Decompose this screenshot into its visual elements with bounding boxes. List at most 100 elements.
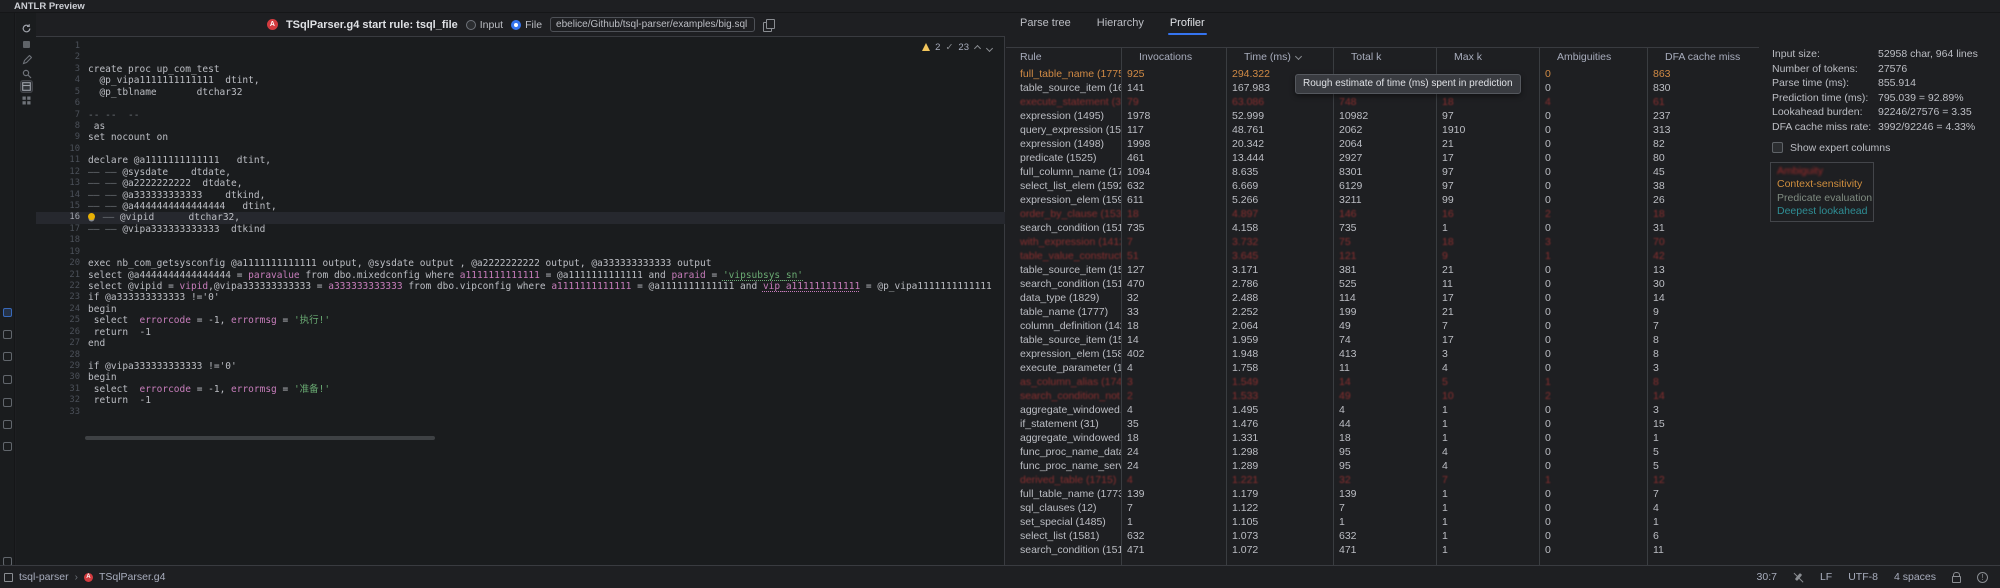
table-cell: 117 xyxy=(1121,123,1226,137)
breadcrumb-project[interactable]: tsql-parser xyxy=(19,571,69,583)
code-line[interactable]: 8 as xyxy=(36,121,1005,132)
column-header-max-k[interactable]: Max k xyxy=(1436,48,1539,67)
radio-off-icon[interactable] xyxy=(466,20,476,30)
code-line[interactable]: 15—— —— @a4444444444444444 dtint, xyxy=(36,201,1005,212)
project-window-icon[interactable] xyxy=(4,573,13,582)
code-line[interactable]: 1 xyxy=(36,41,1005,52)
code-line[interactable]: 32 return -1 xyxy=(36,395,1005,406)
checkbox-icon[interactable] xyxy=(1772,142,1783,153)
indent-setting[interactable]: 4 spaces xyxy=(1894,571,1936,583)
code-line[interactable]: 12—— —— @sysdate dtdate, xyxy=(36,167,1005,178)
grid-icon[interactable] xyxy=(20,94,33,107)
table-cell: 4 xyxy=(1436,445,1539,459)
table-cell: 1.959 xyxy=(1226,333,1333,347)
table-cell: 0 xyxy=(1539,165,1647,179)
caret-position[interactable]: 30:7 xyxy=(1757,571,1777,583)
horizontal-scrollbar[interactable] xyxy=(85,436,435,440)
readonly-pen-icon[interactable] xyxy=(1793,572,1804,583)
tab-parse-tree[interactable]: Parse tree xyxy=(1020,13,1071,35)
table-cell: column_definition (1421) xyxy=(1006,319,1121,333)
code-line[interactable]: 16 —— @vipid dtchar32, xyxy=(36,212,1005,223)
unlock-icon[interactable] xyxy=(1952,576,1961,583)
inspections-widget[interactable]: 2 ✓ 23 xyxy=(922,41,993,53)
line-number: 30 xyxy=(36,372,80,383)
tool-stripe-icon[interactable] xyxy=(3,330,12,339)
edit-icon[interactable] xyxy=(20,53,33,66)
code-line[interactable]: 29if @vipa333333333333 !='0' xyxy=(36,361,1005,372)
input-radio[interactable]: Input xyxy=(466,19,503,31)
prev-issue-icon[interactable] xyxy=(974,44,981,51)
radio-on-icon[interactable] xyxy=(511,20,521,30)
code-line[interactable]: 23if @a333333333333 !='0' xyxy=(36,292,1005,303)
table-cell: full_column_name (17... xyxy=(1006,165,1121,179)
code-line[interactable]: 7-- -- -- xyxy=(36,110,1005,121)
table-cell: 3 xyxy=(1436,347,1539,361)
next-issue-icon[interactable] xyxy=(986,44,993,51)
tab-profiler[interactable]: Profiler xyxy=(1170,13,1205,35)
notifications-icon[interactable]: ! xyxy=(1977,572,1988,583)
code-line[interactable]: 10 xyxy=(36,144,1005,155)
code-line[interactable]: 20exec nb_com_getsysconfig @a11111111111… xyxy=(36,258,1005,269)
table-cell: 0 xyxy=(1539,67,1647,81)
code-line[interactable]: 25 select errorcode = -1, errormsg = '执行… xyxy=(36,315,1005,326)
table-cell: search_condition (1516) xyxy=(1006,543,1121,557)
code-line[interactable]: 13—— —— @a2222222222 dtdate, xyxy=(36,178,1005,189)
code-line[interactable]: 3create proc up_com_test xyxy=(36,64,1005,75)
column-header-dfa-cache-miss[interactable]: DFA cache miss xyxy=(1647,48,1759,67)
table-cell: 42 xyxy=(1647,249,1759,263)
code-line[interactable]: 26 return -1 xyxy=(36,327,1005,338)
show-expert-columns-checkbox[interactable]: Show expert columns xyxy=(1768,140,2000,156)
copy-icon[interactable] xyxy=(763,19,774,30)
table-cell: 461 xyxy=(1121,151,1226,165)
code-editor[interactable]: 123create proc up_com_test4 @p_vipa11111… xyxy=(36,37,1005,565)
line-number: 8 xyxy=(36,121,80,132)
table-cell: 2.786 xyxy=(1226,277,1333,291)
breadcrumb-file[interactable]: TSqlParser.g4 xyxy=(99,571,166,583)
code-line[interactable]: 17—— —— @vipa333333333333 dtkind xyxy=(36,224,1005,235)
table-cell: 0 xyxy=(1539,221,1647,235)
column-header-rule[interactable]: Rule xyxy=(1006,48,1121,67)
code-line[interactable]: 6 xyxy=(36,98,1005,109)
tab-hierarchy[interactable]: Hierarchy xyxy=(1097,13,1144,35)
stat-label: DFA cache miss rate: xyxy=(1772,120,1871,135)
code-line[interactable]: 31 select errorcode = -1, errormsg = '准备… xyxy=(36,384,1005,395)
code-text: —— —— @a2222222222 dtdate, xyxy=(88,178,242,189)
code-line[interactable]: 5 @p_tblname dtchar32 xyxy=(36,87,1005,98)
code-line[interactable]: 33 xyxy=(36,407,1005,418)
code-line[interactable]: 14—— —— @a333333333333 dtkind, xyxy=(36,190,1005,201)
code-line[interactable]: 4 @p_vipa1111111111111 dtint, xyxy=(36,75,1005,86)
code-line[interactable]: 2 xyxy=(36,52,1005,63)
tool-stripe-antlr-preview-icon[interactable] xyxy=(3,308,12,317)
code-line[interactable]: 24begin xyxy=(36,304,1005,315)
code-line[interactable]: 28 xyxy=(36,350,1005,361)
refresh-icon[interactable] xyxy=(20,22,33,35)
file-radio[interactable]: File xyxy=(511,19,542,31)
code-line[interactable]: 19 xyxy=(36,247,1005,258)
search-icon[interactable] xyxy=(20,67,33,80)
code-line[interactable]: 21select @a4444444444444444 = paravalue … xyxy=(36,270,1005,281)
code-line[interactable]: 9set nocount on xyxy=(36,132,1005,143)
code-line[interactable]: 30begin xyxy=(36,372,1005,383)
code-line[interactable]: 27end xyxy=(36,338,1005,349)
table-cell: full_table_name (1773) xyxy=(1006,487,1121,501)
encoding[interactable]: UTF-8 xyxy=(1848,571,1878,583)
column-header-time-ms-[interactable]: Time (ms) xyxy=(1226,48,1333,67)
tool-stripe-icon[interactable] xyxy=(3,375,12,384)
stop-icon[interactable] xyxy=(20,38,33,51)
tool-stripe-icon[interactable] xyxy=(3,352,12,361)
code-line[interactable]: 18 xyxy=(36,235,1005,246)
column-header-total-k[interactable]: Total k xyxy=(1333,48,1436,67)
tool-stripe-icon[interactable] xyxy=(3,420,12,429)
intention-bulb-icon[interactable] xyxy=(88,213,95,220)
selected-tool-icon[interactable] xyxy=(20,80,33,93)
line-ending[interactable]: LF xyxy=(1820,571,1832,583)
tool-stripe-icon[interactable] xyxy=(3,442,12,451)
column-header-invocations[interactable]: Invocations xyxy=(1121,48,1226,67)
column-header-ambiguities[interactable]: Ambiguities xyxy=(1539,48,1647,67)
stat-value: 52958 char, 964 lines xyxy=(1878,47,1978,62)
tool-stripe-icon[interactable] xyxy=(3,398,12,407)
file-path-field[interactable]: ebelice/Github/tsql-parser/examples/big.… xyxy=(550,17,755,32)
code-line[interactable]: 22select @vipid = vipid,@vipa33333333333… xyxy=(36,281,1005,292)
code-line[interactable]: 11declare @a1111111111111 dtint, xyxy=(36,155,1005,166)
table-cell: 11 xyxy=(1333,361,1436,375)
